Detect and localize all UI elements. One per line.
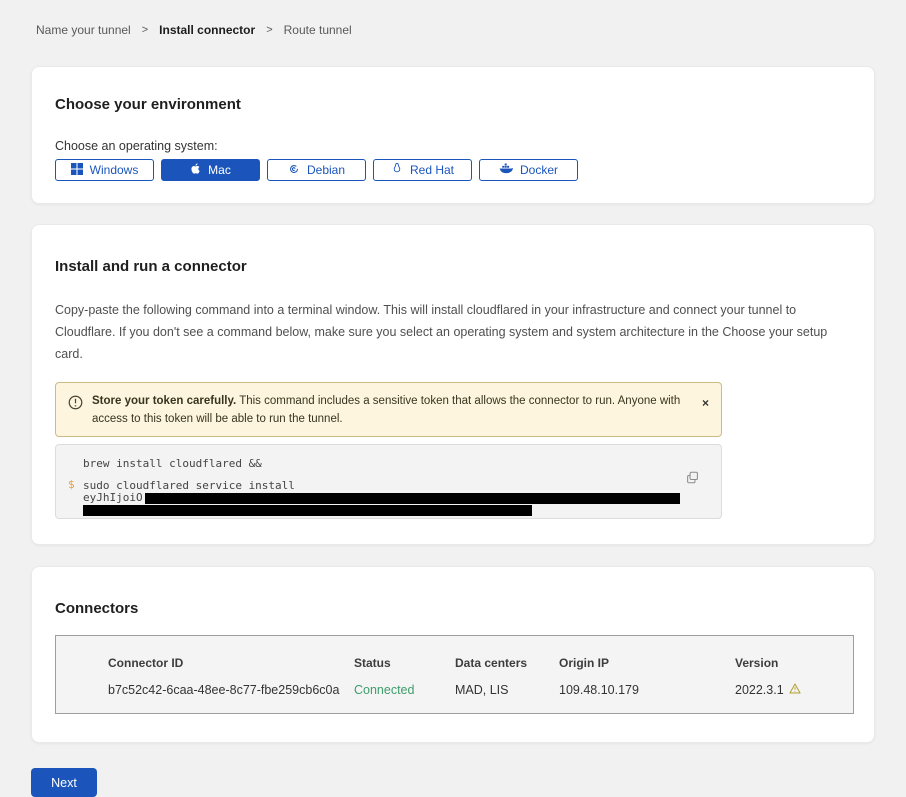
connectors-card-title: Connectors — [55, 600, 851, 617]
windows-icon — [71, 163, 83, 178]
connectors-table-header: Connector ID Status Data centers Origin … — [108, 656, 853, 670]
os-button-label: Windows — [90, 163, 139, 177]
cell-version: 2022.3.1 — [735, 683, 853, 697]
os-select-label: Choose an operating system: — [55, 139, 844, 153]
code-line-token: eyJhIjoiO — [83, 492, 681, 504]
connectors-table: Connector ID Status Data centers Origin … — [55, 635, 854, 714]
os-button-group: Windows Mac Debian Red Hat Docker — [55, 159, 844, 181]
install-card-title: Install and run a connector — [55, 258, 844, 275]
token-prefix: eyJhIjoiO — [83, 491, 143, 504]
redhat-icon — [391, 162, 403, 178]
environment-card: Choose your environment Choose an operat… — [31, 66, 875, 204]
docker-icon — [499, 163, 513, 177]
apple-icon — [190, 162, 201, 178]
install-command-code-block: $ brew install cloudflared && sudo cloud… — [55, 444, 722, 519]
warning-text: Store your token carefully. This command… — [92, 392, 691, 428]
breadcrumb: Name your tunnel > Install connector > R… — [0, 0, 906, 37]
next-button[interactable]: Next — [31, 768, 97, 797]
cell-data-centers: MAD, LIS — [455, 683, 559, 697]
code-line-brew: brew install cloudflared && — [83, 458, 681, 470]
header-connector-id: Connector ID — [108, 656, 354, 670]
os-button-redhat[interactable]: Red Hat — [373, 159, 472, 181]
alert-circle-icon — [68, 395, 83, 415]
breadcrumb-step-route-tunnel[interactable]: Route tunnel — [284, 23, 352, 37]
copy-icon[interactable] — [686, 471, 699, 487]
table-row: b7c52c42-6caa-48ee-8c77-fbe259cb6c0a Con… — [108, 683, 853, 697]
code-line-service-install: sudo cloudflared service install — [83, 480, 681, 492]
status-badge: Connected — [354, 683, 455, 697]
version-value: 2022.3.1 — [735, 683, 784, 697]
shell-prompt: $ — [68, 478, 75, 491]
os-button-windows[interactable]: Windows — [55, 159, 154, 181]
os-button-label: Debian — [307, 163, 345, 177]
os-button-label: Mac — [208, 163, 231, 177]
debian-icon — [288, 163, 300, 178]
connectors-card: Connectors Connector ID Status Data cent… — [31, 566, 875, 743]
version-warning-icon — [789, 683, 801, 697]
header-status: Status — [354, 656, 455, 670]
os-button-debian[interactable]: Debian — [267, 159, 366, 181]
os-button-label: Red Hat — [410, 163, 454, 177]
environment-card-title: Choose your environment — [55, 96, 844, 113]
install-description: Copy-paste the following command into a … — [55, 299, 844, 365]
os-button-label: Docker — [520, 163, 558, 177]
os-button-docker[interactable]: Docker — [479, 159, 578, 181]
header-origin-ip: Origin IP — [559, 656, 735, 670]
header-data-centers: Data centers — [455, 656, 559, 670]
close-icon[interactable]: × — [702, 397, 709, 409]
header-version: Version — [735, 656, 853, 670]
install-connector-card: Install and run a connector Copy-paste t… — [31, 224, 875, 545]
cell-connector-id: b7c52c42-6caa-48ee-8c77-fbe259cb6c0a — [108, 683, 354, 697]
os-button-mac[interactable]: Mac — [161, 159, 260, 181]
breadcrumb-separator: > — [142, 24, 148, 36]
token-warning-banner: Store your token carefully. This command… — [55, 382, 722, 437]
token-redaction-bar — [83, 505, 532, 516]
breadcrumb-step-install-connector[interactable]: Install connector — [159, 23, 255, 37]
code-line-token-2 — [83, 504, 681, 516]
breadcrumb-separator: > — [266, 24, 272, 36]
breadcrumb-step-name-your-tunnel[interactable]: Name your tunnel — [36, 23, 131, 37]
warning-title: Store your token carefully. — [92, 395, 236, 407]
token-redaction-bar — [145, 493, 680, 504]
cell-origin-ip: 109.48.10.179 — [559, 683, 735, 697]
